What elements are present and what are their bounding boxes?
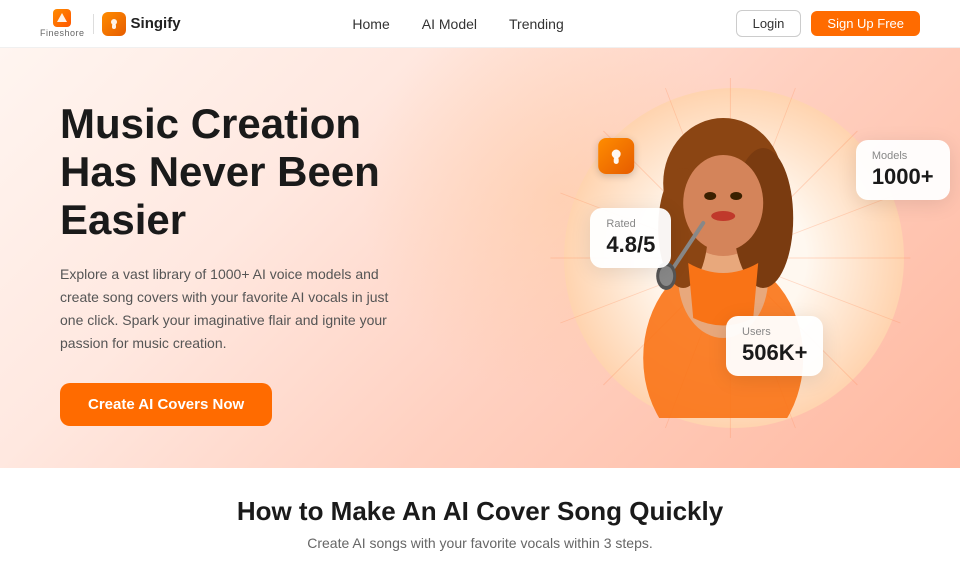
stat-models-card: Models 1000+ [856,140,950,200]
hero-section: Music Creation Has Never Been Easier Exp… [0,48,960,468]
signup-button[interactable]: Sign Up Free [811,11,920,36]
hero-content: Music Creation Has Never Been Easier Exp… [0,48,440,468]
nav-ai-model[interactable]: AI Model [422,16,477,32]
nav-home[interactable]: Home [352,16,389,32]
how-to-subtitle: Create AI songs with your favorite vocal… [40,535,920,551]
users-label: Users [742,326,807,338]
stat-rated-card: Rated 4.8/5 [590,208,671,268]
nav-trending[interactable]: Trending [509,16,564,32]
singify-label: Singify [131,15,181,32]
singify-logo[interactable]: Singify [102,12,181,36]
fineshare-label: Fineshore [40,28,85,38]
models-label: Models [872,150,934,162]
hero-visual: Rated 4.8/5 Models 1000+ Users 506K+ [440,48,960,468]
navbar: Fineshore Singify Home AI Model Trending… [0,0,960,48]
fineshare-icon [53,9,71,27]
cta-button[interactable]: Create AI Covers Now [60,383,272,426]
brand-divider [93,14,94,34]
login-button[interactable]: Login [736,10,802,37]
how-to-section: How to Make An AI Cover Song Quickly Cre… [0,468,960,571]
brand-area: Fineshore Singify [40,9,181,38]
auth-actions: Login Sign Up Free [736,10,920,37]
fineshare-logo[interactable]: Fineshore [40,9,85,38]
hero-description: Explore a vast library of 1000+ AI voice… [60,263,400,355]
users-value: 506K+ [742,340,807,366]
stat-users-card: Users 506K+ [726,316,823,376]
how-to-title: How to Make An AI Cover Song Quickly [40,496,920,527]
app-badge-on-singer [598,138,634,174]
nav-links: Home AI Model Trending [352,16,563,32]
models-value: 1000+ [872,164,934,190]
hero-title: Music Creation Has Never Been Easier [60,100,400,245]
rated-value: 4.8/5 [606,232,655,258]
rated-label: Rated [606,218,655,230]
singify-app-icon [102,12,126,36]
